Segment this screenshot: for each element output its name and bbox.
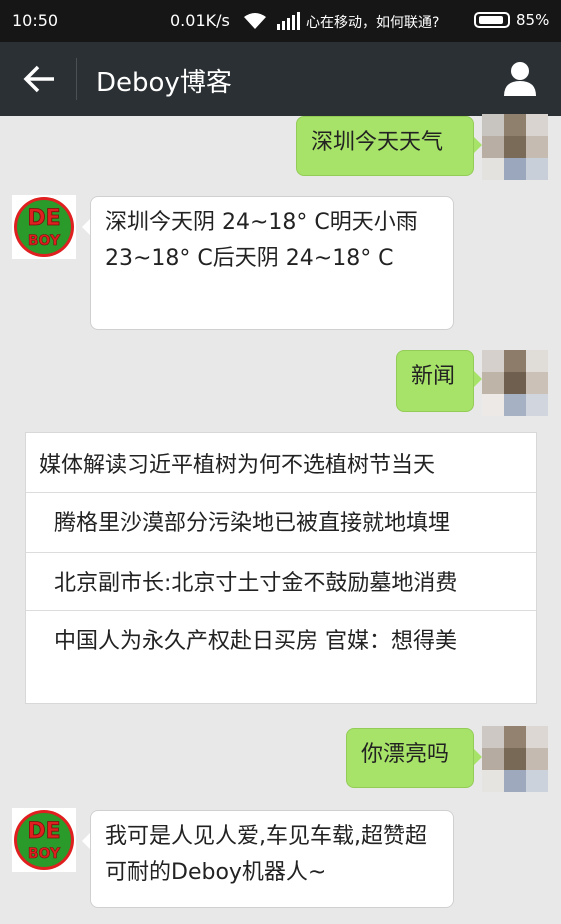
bot-logo-avatar: DE BOY — [12, 808, 76, 872]
carrier-name: 心在移动，如何联通? — [306, 15, 440, 31]
news-headline[interactable]: 媒体解读习近平植树为何不选植树节当天 — [26, 433, 536, 493]
news-item[interactable]: 腾格里沙漠部分污染地已被直接就地填埋 — [26, 493, 536, 553]
user-avatar — [482, 350, 548, 416]
bot-logo-text-top: DE — [27, 206, 60, 231]
status-bar: 10:50 0.01K/s 心在移动，如何联通? 85% — [0, 0, 561, 42]
news-item[interactable]: 中国人为永久产权赴日买房 官媒：想得美 — [26, 611, 536, 703]
battery-percent: 85% — [516, 11, 550, 29]
title-divider — [76, 58, 77, 100]
signal-icon — [277, 12, 300, 30]
back-arrow-icon[interactable] — [20, 60, 60, 98]
bot-logo-text-bottom: BOY — [28, 846, 61, 862]
bot-message-bubble: 深圳今天阴 24~18° C明天小雨 23~18° C后天阴 24~18° C — [82, 196, 454, 330]
user-avatar — [482, 726, 548, 792]
user-message-bubble: 深圳今天天气 — [296, 116, 482, 176]
battery-icon — [474, 12, 510, 28]
person-icon[interactable] — [500, 58, 540, 98]
news-item[interactable]: 北京副市长:北京寸土寸金不鼓励墓地消费 — [26, 553, 536, 611]
news-card: 媒体解读习近平植树为何不选植树节当天 腾格里沙漠部分污染地已被直接就地填埋 北京… — [25, 432, 537, 704]
bot-logo-text-top: DE — [27, 819, 60, 844]
status-time: 10:50 — [12, 11, 59, 30]
page-title: Deboy博客 — [96, 68, 232, 98]
bot-logo-text-bottom: BOY — [28, 233, 61, 249]
title-bar: Deboy博客 — [0, 42, 561, 116]
user-message-bubble: 你漂亮吗 — [346, 728, 482, 788]
bot-logo-avatar: DE BOY — [12, 195, 76, 259]
user-message-bubble: 新闻 — [396, 350, 482, 412]
wifi-icon — [244, 13, 266, 29]
bot-message-bubble: 我可是人见人爱,车见车载,超赞超可耐的Deboy机器人~ — [82, 810, 454, 908]
network-speed: 0.01K/s — [170, 11, 230, 30]
user-avatar — [482, 114, 548, 180]
